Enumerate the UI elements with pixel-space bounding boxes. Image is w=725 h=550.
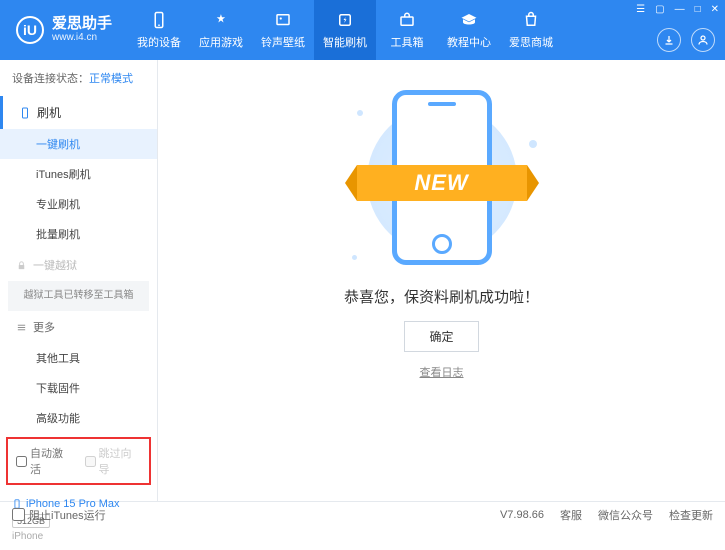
- view-log-link[interactable]: 查看日志: [420, 364, 464, 380]
- sidebar-pro-flash[interactable]: 专业刷机: [0, 189, 157, 219]
- sidebar-batch-flash[interactable]: 批量刷机: [0, 219, 157, 249]
- maximize-icon[interactable]: □: [693, 2, 703, 17]
- app-url: www.i4.cn: [52, 31, 112, 44]
- lock-icon: [16, 260, 27, 271]
- nav-tutorial[interactable]: 教程中心: [438, 0, 500, 60]
- shop-icon: [521, 10, 541, 30]
- device-type: iPhone: [12, 531, 145, 542]
- nav-label: 爱思商城: [509, 34, 553, 50]
- window-controls: ☰ ▢ — □ ✕: [634, 2, 721, 17]
- user-button[interactable]: [691, 28, 715, 52]
- footer-update-link[interactable]: 检查更新: [669, 507, 713, 523]
- success-illustration: NEW: [327, 90, 557, 270]
- sidebar-download-fw[interactable]: 下载固件: [0, 373, 157, 403]
- sidebar-group-more[interactable]: 更多: [0, 311, 157, 343]
- block-itunes-checkbox[interactable]: 阻止iTunes运行: [12, 507, 106, 523]
- footer-wechat-link[interactable]: 微信公众号: [598, 507, 653, 523]
- lightning-icon: [19, 107, 31, 119]
- menu-icon[interactable]: ☰: [634, 2, 647, 17]
- nav-label: 我的设备: [137, 34, 181, 50]
- sidebar-one-key-flash[interactable]: 一键刷机: [0, 129, 157, 159]
- skip-guide-checkbox[interactable]: 跳过向导: [85, 445, 142, 477]
- logo-badge: iU: [16, 16, 44, 44]
- group-label: 更多: [33, 319, 55, 335]
- group-label: 刷机: [37, 104, 61, 121]
- new-badge: NEW: [357, 165, 527, 201]
- sidebar-group-jailbreak: 一键越狱: [0, 249, 157, 281]
- picture-icon: [273, 10, 293, 30]
- nav-flash[interactable]: 智能刷机: [314, 0, 376, 60]
- apps-icon: [211, 10, 231, 30]
- success-message: 恭喜您，保资料刷机成功啦！: [344, 286, 539, 307]
- sidebar: 设备连接状态：正常模式 刷机 一键刷机 iTunes刷机 专业刷机 批量刷机 一…: [0, 60, 158, 501]
- close-icon[interactable]: ✕: [709, 2, 721, 17]
- nav-label: 铃声壁纸: [261, 34, 305, 50]
- sidebar-advanced[interactable]: 高级功能: [0, 403, 157, 433]
- nav-my-device[interactable]: 我的设备: [128, 0, 190, 60]
- sidebar-other-tools[interactable]: 其他工具: [0, 343, 157, 373]
- nav-ringtone[interactable]: 铃声壁纸: [252, 0, 314, 60]
- sidebar-itunes-flash[interactable]: iTunes刷机: [0, 159, 157, 189]
- skin-icon[interactable]: ▢: [653, 2, 666, 17]
- nav-label: 教程中心: [447, 34, 491, 50]
- logo: iU 爱思助手 www.i4.cn: [0, 16, 128, 44]
- header: iU 爱思助手 www.i4.cn 我的设备 应用游戏 铃声壁纸 智能刷机 工具…: [0, 0, 725, 60]
- main-content: NEW 恭喜您，保资料刷机成功啦！ 确定 查看日志: [158, 60, 725, 501]
- download-button[interactable]: [657, 28, 681, 52]
- nav-label: 智能刷机: [323, 34, 367, 50]
- footer-support-link[interactable]: 客服: [560, 507, 582, 523]
- header-right-buttons: [657, 28, 715, 52]
- nav-label: 工具箱: [391, 34, 424, 50]
- nav-shop[interactable]: 爱思商城: [500, 0, 562, 60]
- nav-label: 应用游戏: [199, 34, 243, 50]
- sidebar-jailbreak-note: 越狱工具已转移至工具箱: [8, 281, 149, 311]
- toolbox-icon: [397, 10, 417, 30]
- app-title: 爱思助手: [52, 16, 112, 31]
- sidebar-group-flash[interactable]: 刷机: [0, 96, 157, 129]
- nav-apps[interactable]: 应用游戏: [190, 0, 252, 60]
- flash-icon: [335, 10, 355, 30]
- connection-status: 设备连接状态：正常模式: [0, 60, 157, 96]
- graduation-icon: [459, 10, 479, 30]
- phone-icon: [149, 10, 169, 30]
- version-label: V7.98.66: [500, 509, 544, 521]
- nav-toolbox[interactable]: 工具箱: [376, 0, 438, 60]
- ok-button[interactable]: 确定: [404, 321, 478, 352]
- minimize-icon[interactable]: —: [673, 2, 687, 17]
- list-icon: [16, 322, 27, 333]
- options-highlight-box: 自动激活 跳过向导: [6, 437, 151, 485]
- group-label: 一键越狱: [33, 257, 77, 273]
- auto-activate-checkbox[interactable]: 自动激活: [16, 445, 73, 477]
- main-nav: 我的设备 应用游戏 铃声壁纸 智能刷机 工具箱 教程中心 爱思商城: [128, 0, 562, 60]
